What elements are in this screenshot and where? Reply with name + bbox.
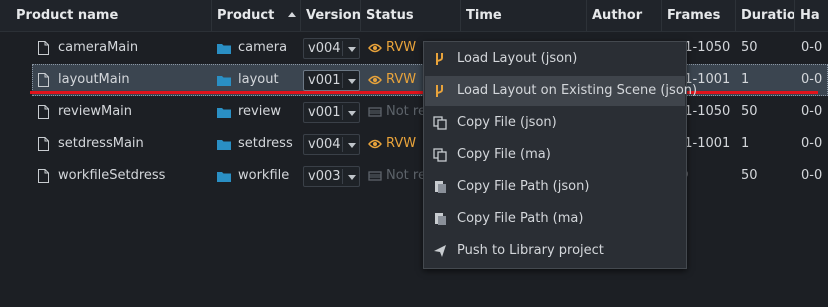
eye-icon	[368, 139, 382, 149]
product-name: cameraMain	[58, 40, 139, 55]
eye-icon	[368, 75, 382, 85]
menu-item-label: Copy File (ma)	[457, 147, 551, 162]
product-name: reviewMain	[58, 104, 133, 119]
file-icon	[38, 169, 49, 183]
column-header-time[interactable]: Time	[461, 0, 587, 31]
menu-item-copy-file-ma[interactable]: Copy File (ma)	[425, 140, 685, 170]
column-header-product-label: Product	[217, 8, 275, 23]
version-dropdown[interactable]: v004	[303, 134, 360, 155]
version-value: v001	[308, 73, 341, 88]
film-icon	[368, 107, 382, 117]
loader-icon	[436, 53, 443, 65]
version-value: v003	[308, 169, 341, 184]
chevron-down-icon	[348, 47, 356, 52]
file-icon	[38, 41, 49, 55]
menu-item-label: Load Layout on Existing Scene (json)	[457, 83, 698, 98]
product-type: setdress	[238, 136, 293, 151]
sort-ascending-icon	[288, 12, 296, 17]
version-value: v001	[308, 105, 341, 120]
handles-value: 0-0	[801, 40, 823, 55]
film-icon	[368, 171, 382, 181]
product-name: workfileSetdress	[58, 168, 166, 183]
file-icon	[38, 137, 49, 151]
chevron-down-icon	[348, 175, 356, 180]
menu-item-push-to-library[interactable]: Push to Library project	[425, 236, 685, 266]
product-type: workfile	[238, 168, 290, 183]
table-row[interactable]: workfileSetdress workfile v003 Not re 50…	[0, 160, 828, 192]
eye-icon	[368, 43, 382, 53]
duration-value: 50	[741, 40, 758, 55]
context-menu: Load Layout (json) Load Layout on Existi…	[423, 41, 697, 269]
handles-value: 0-0	[801, 136, 823, 151]
chevron-down-icon	[348, 111, 356, 116]
duration-value: 50	[741, 104, 758, 119]
menu-item-load-layout-existing-scene-json[interactable]: Load Layout on Existing Scene (json)	[425, 76, 697, 106]
menu-item-copy-file-path-json[interactable]: Copy File Path (json)	[425, 172, 685, 202]
menu-item-copy-file-json[interactable]: Copy File (json)	[425, 108, 685, 138]
product-type: camera	[238, 40, 288, 55]
status-label: RVW	[386, 136, 417, 151]
menu-item-label: Copy File (json)	[457, 115, 557, 130]
version-dropdown[interactable]: v004	[303, 38, 360, 59]
folder-icon	[217, 108, 231, 118]
folder-icon	[217, 172, 231, 182]
menu-item-label: Load Layout (json)	[457, 51, 578, 66]
menu-item-label: Copy File Path (json)	[457, 179, 590, 194]
folder-icon	[217, 76, 231, 86]
menu-item-label: Copy File Path (ma)	[457, 211, 584, 226]
version-value: v004	[308, 137, 341, 152]
menu-item-copy-file-path-ma[interactable]: Copy File Path (ma)	[425, 204, 685, 234]
copy-icon	[433, 116, 447, 130]
column-header-handles[interactable]: Ha	[795, 0, 828, 31]
divider	[342, 105, 343, 120]
file-icon	[38, 73, 49, 87]
version-dropdown[interactable]: v001	[303, 102, 360, 123]
duration-value: 1	[741, 136, 750, 151]
product-type: review	[238, 104, 281, 119]
send-icon	[434, 245, 446, 257]
version-dropdown[interactable]: v001	[303, 70, 360, 91]
loader-icon	[436, 85, 443, 97]
folder-icon	[217, 44, 231, 54]
status-label: Not re	[386, 104, 426, 119]
column-header-status[interactable]: Status	[361, 0, 461, 31]
menu-item-label: Push to Library project	[457, 243, 604, 258]
chevron-down-icon	[348, 79, 356, 84]
column-header-product-name[interactable]: Product name	[11, 0, 212, 31]
duration-value: 50	[741, 168, 758, 183]
column-header-duration[interactable]: Duratio	[736, 0, 795, 31]
version-dropdown[interactable]: v003	[303, 166, 360, 187]
handles-value: 0-0	[801, 104, 823, 119]
divider	[342, 73, 343, 88]
divider	[342, 41, 343, 56]
version-value: v004	[308, 41, 341, 56]
column-header-version[interactable]: Version	[301, 0, 361, 31]
divider	[342, 169, 343, 184]
column-header-author[interactable]: Author	[587, 0, 662, 31]
file-icon	[38, 105, 49, 119]
copy-icon	[433, 148, 447, 162]
table-header: Product name Product Version Status Time…	[0, 0, 828, 32]
menu-item-load-layout-json[interactable]: Load Layout (json)	[425, 44, 685, 74]
column-header-product[interactable]: Product	[212, 0, 301, 31]
handles-value: 0-0	[801, 168, 823, 183]
clipboard-icon	[435, 213, 446, 225]
column-header-frames[interactable]: Frames	[662, 0, 736, 31]
divider	[342, 137, 343, 152]
status-label: RVW	[386, 40, 417, 55]
chevron-down-icon	[348, 143, 356, 148]
clipboard-icon	[435, 181, 446, 193]
folder-icon	[217, 140, 231, 150]
product-name: setdressMain	[58, 136, 144, 151]
status-label: Not re	[386, 168, 426, 183]
